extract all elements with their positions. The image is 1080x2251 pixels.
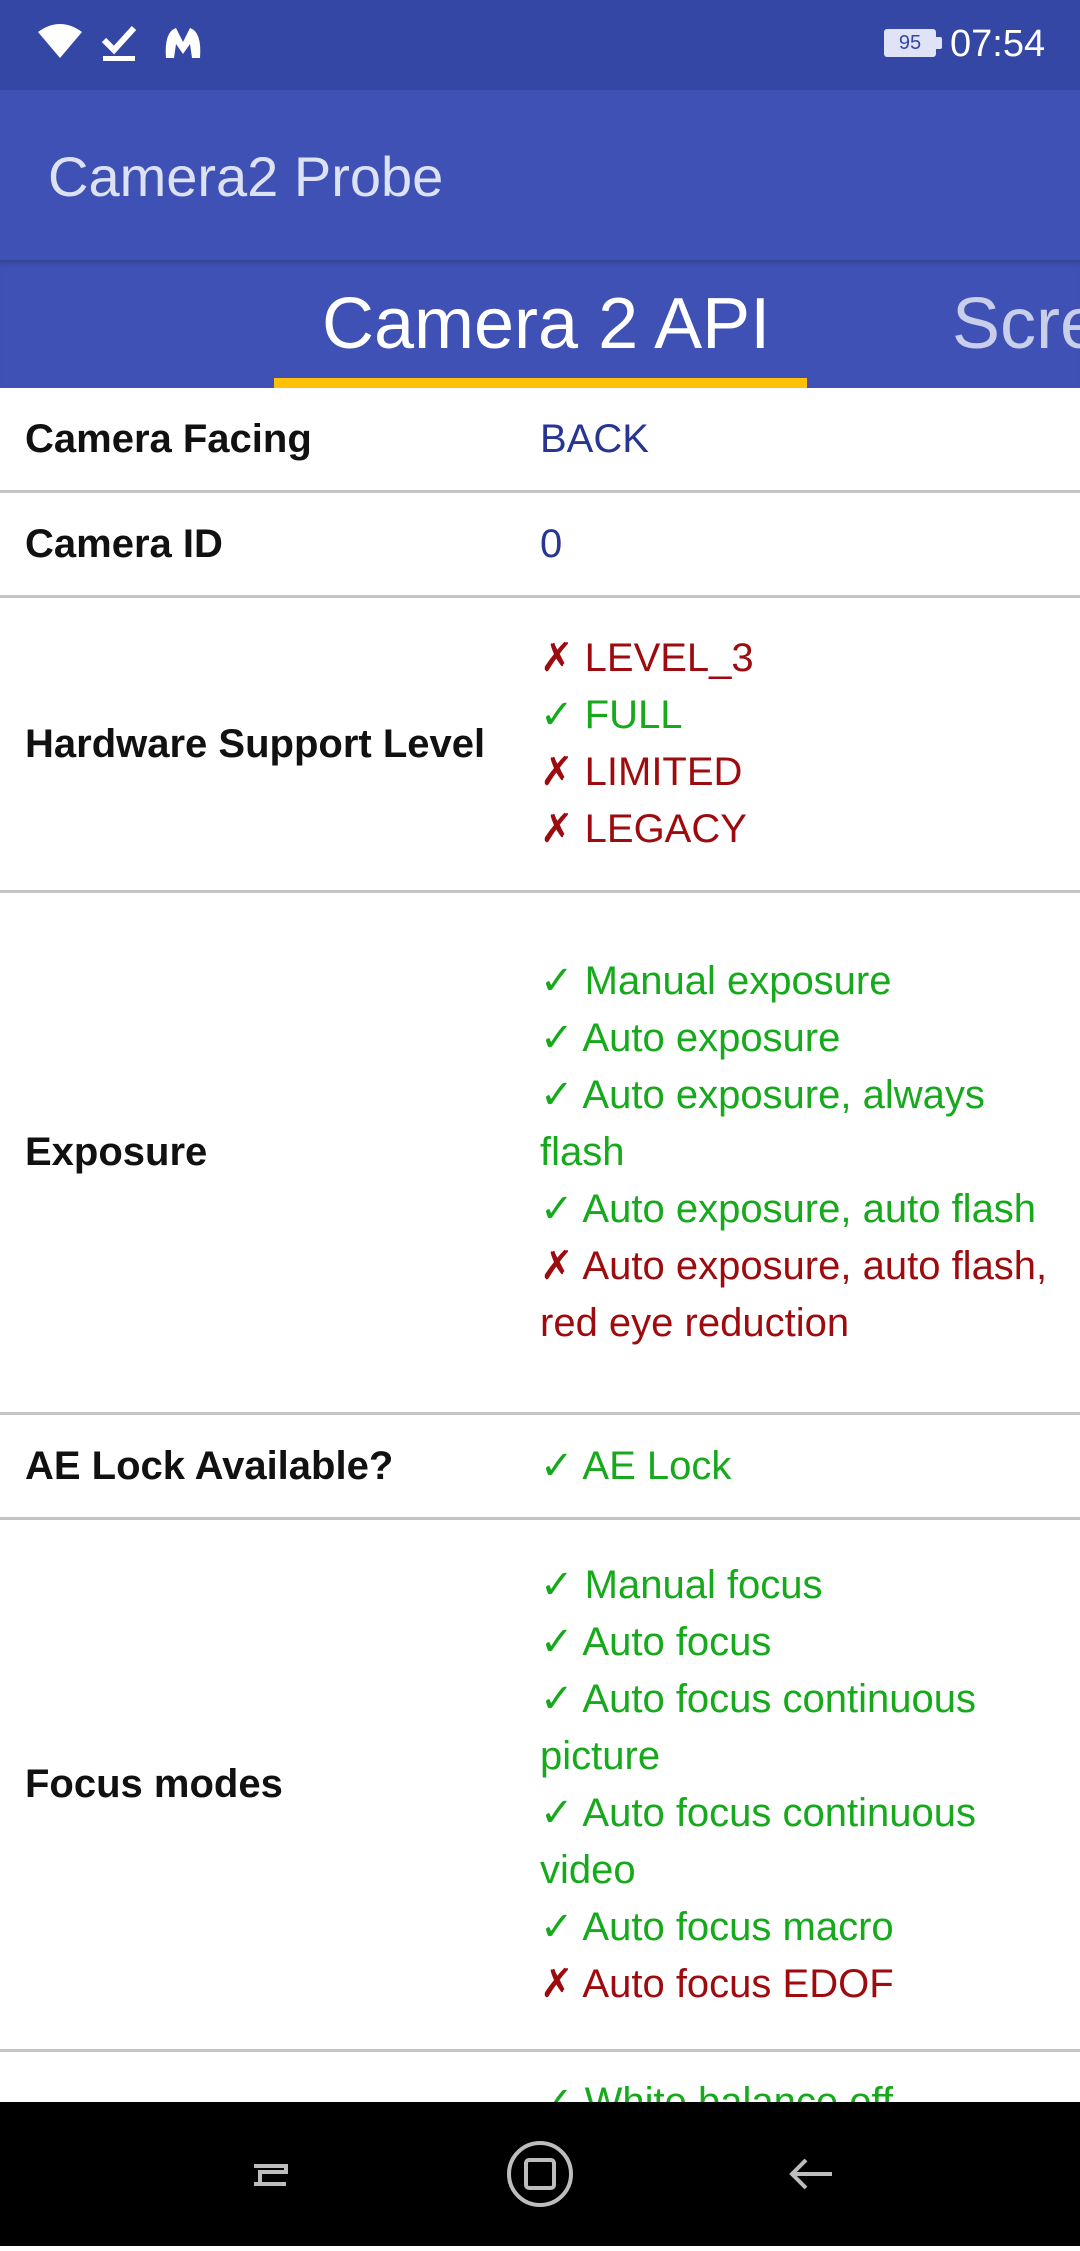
battery-indicator: 95 <box>884 29 936 57</box>
row-hardware-support-level: Hardware Support Level ✗ LEVEL_3 ✓ FULL … <box>0 598 1080 893</box>
row-white-balance: ✓ White balance off <box>0 2052 1080 2102</box>
row-label: Hardware Support Level <box>25 721 486 766</box>
cross-icon: ✗ <box>540 1961 574 2006</box>
row-exposure: Exposure ✓ Manual exposure ✓ Auto exposu… <box>0 893 1080 1415</box>
check-icon: ✓ <box>540 1073 574 1117</box>
check-icon: ✓ <box>540 959 574 1003</box>
row-label: Focus modes <box>25 1762 283 1806</box>
feature-item: ✗ LEGACY <box>540 801 1060 858</box>
row-values: ✓ Manual exposure ✓ Auto exposure ✓ Auto… <box>540 953 1080 1352</box>
feature-item: ✓ FULL <box>540 687 1060 744</box>
row-values: ✓ Manual focus ✓ Auto focus ✓ Auto focus… <box>540 1557 1080 2013</box>
home-button[interactable] <box>480 2102 600 2246</box>
feature-text: LIMITED <box>584 750 743 794</box>
battery-tip <box>936 37 942 49</box>
feature-item: ✗ LEVEL_3 <box>540 630 1060 687</box>
check-icon: ✓ <box>540 2080 574 2102</box>
check-icon: ✓ <box>540 1790 574 1835</box>
feature-text: LEGACY <box>584 807 747 851</box>
feature-item: ✓ AE Lock <box>540 1438 1060 1495</box>
feature-item: ✓ Auto focus <box>540 1614 1060 1671</box>
row-values: ✓ AE Lock <box>540 1438 1080 1495</box>
row-camera-id: Camera ID 0 <box>0 493 1080 598</box>
row-values: BACK <box>540 414 1080 464</box>
app-bar: Camera2 Probe <box>0 90 1080 260</box>
check-icon: ✓ <box>540 1562 574 1607</box>
camera-properties-list[interactable]: Camera Facing BACK Camera ID 0 Hardware … <box>0 388 1080 2102</box>
status-bar: 95 07:54 <box>0 0 1080 90</box>
feature-item: ✓ Auto exposure, always flash <box>540 1067 1060 1181</box>
recent-apps-icon <box>210 2164 330 2250</box>
wifi-icon <box>36 22 84 65</box>
feature-text: Auto exposure, auto flash, red eye reduc… <box>540 1244 1048 1345</box>
back-button[interactable] <box>750 2102 870 2246</box>
feature-text: White balance off <box>584 2080 893 2102</box>
feature-text: Auto focus EDOF <box>582 1961 894 2006</box>
feature-item: ✓ Manual exposure <box>540 953 1060 1010</box>
row-label: Exposure <box>25 1130 208 1174</box>
check-icon: ✓ <box>540 1676 574 1721</box>
camera-facing-value: BACK <box>540 417 649 461</box>
navigation-bar <box>0 2102 1080 2246</box>
cross-icon: ✗ <box>540 750 574 794</box>
feature-item: ✓ Auto focus macro <box>540 1899 1060 1956</box>
feature-item: ✓ Auto focus continuous picture <box>540 1671 1060 1785</box>
feature-text: LEVEL_3 <box>584 636 754 680</box>
feature-item: ✗ Auto focus EDOF <box>540 1956 1060 2013</box>
tab-camera-2-api[interactable]: Camera 2 API <box>322 282 770 366</box>
check-icon: ✓ <box>540 693 574 737</box>
feature-text: FULL <box>584 693 683 737</box>
malwarebytes-icon <box>162 22 204 69</box>
check-icon: ✓ <box>540 1904 574 1949</box>
row-label: AE Lock Available? <box>25 1443 394 1488</box>
row-values: 0 <box>540 519 1080 569</box>
feature-item: ✗ LIMITED <box>540 744 1060 801</box>
row-focus-modes: Focus modes ✓ Manual focus ✓ Auto focus … <box>0 1520 1080 2052</box>
feature-text: Auto focus macro <box>582 1904 894 1949</box>
battery-level: 95 <box>898 32 922 54</box>
tab-screen[interactable]: Scre <box>952 282 1080 366</box>
feature-text: Auto focus <box>582 1619 772 1664</box>
feature-text: Auto focus continuous picture <box>540 1676 977 1778</box>
row-values: ✓ White balance off <box>540 2052 1080 2102</box>
recent-apps-button[interactable] <box>210 2102 330 2246</box>
check-icon: ✓ <box>540 1443 574 1488</box>
status-clock: 07:54 <box>950 23 1046 65</box>
tab-selected-indicator <box>274 378 807 388</box>
feature-text: Manual exposure <box>584 959 892 1003</box>
cross-icon: ✗ <box>540 636 574 680</box>
feature-text: Auto exposure, always flash <box>540 1073 985 1174</box>
app-title: Camera2 Probe <box>48 145 444 208</box>
feature-item: ✓ White balance off <box>540 2074 1060 2102</box>
check-icon: ✓ <box>540 1619 574 1664</box>
row-ae-lock: AE Lock Available? ✓ AE Lock <box>0 1415 1080 1520</box>
feature-item: ✓ Manual focus <box>540 1557 1060 1614</box>
feature-text: Auto exposure, auto flash <box>582 1187 1037 1231</box>
cross-icon: ✗ <box>540 807 574 851</box>
feature-text: Auto focus continuous video <box>540 1790 977 1892</box>
feature-text: Auto exposure <box>582 1016 841 1060</box>
cross-icon: ✗ <box>540 1244 574 1288</box>
feature-text: Manual focus <box>584 1562 823 1607</box>
tab-bar: Camera 2 API Scre <box>0 260 1080 388</box>
feature-item: ✓ Auto exposure <box>540 1010 1060 1067</box>
check-icon: ✓ <box>540 1016 574 1060</box>
download-done-icon <box>100 22 138 69</box>
row-label: Camera Facing <box>25 416 312 461</box>
camera-id-value: 0 <box>540 522 563 566</box>
row-camera-facing: Camera Facing BACK <box>0 388 1080 493</box>
feature-text: AE Lock <box>582 1443 732 1488</box>
home-icon <box>480 2141 600 2250</box>
feature-item: ✗ Auto exposure, auto flash, red eye red… <box>540 1238 1060 1352</box>
back-icon <box>750 2158 870 2250</box>
feature-item: ✓ Auto exposure, auto flash <box>540 1181 1060 1238</box>
row-values: ✗ LEVEL_3 ✓ FULL ✗ LIMITED ✗ LEGACY <box>540 630 1080 858</box>
check-icon: ✓ <box>540 1187 574 1231</box>
row-label: Camera ID <box>25 521 223 566</box>
feature-item: ✓ Auto focus continuous video <box>540 1785 1060 1899</box>
